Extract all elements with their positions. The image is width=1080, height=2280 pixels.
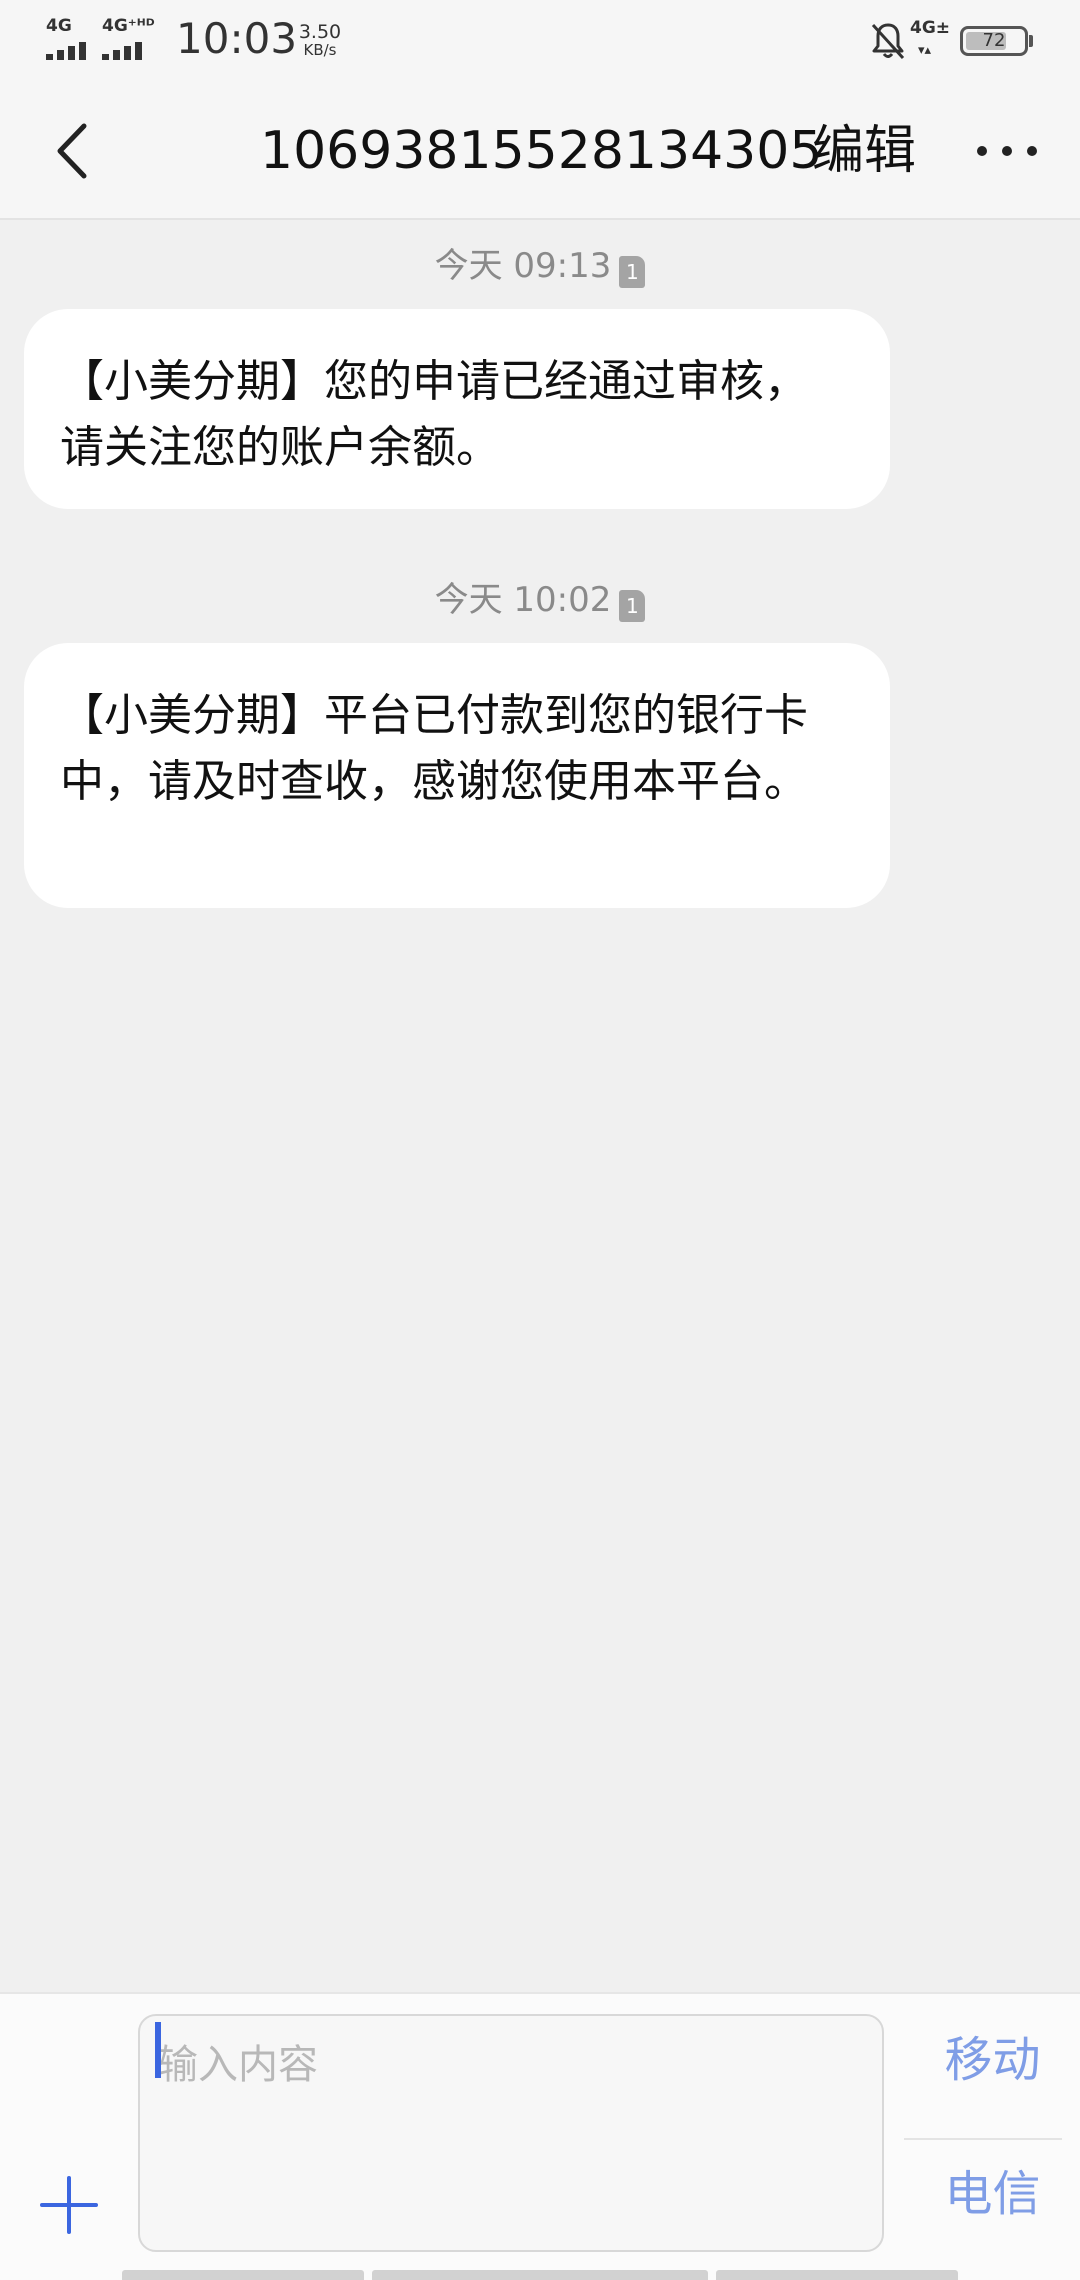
signal-strength-icon: 4G xyxy=(46,18,102,62)
send-mobile-button[interactable]: 移动 xyxy=(905,2030,1080,2092)
battery-level: 72 xyxy=(982,30,1006,51)
nav-hint-bar xyxy=(122,2270,364,2280)
timestamp-text: 今天 10:02 xyxy=(434,580,612,620)
nav-hint-bar xyxy=(716,2270,958,2280)
battery-icon: 72 xyxy=(960,26,1028,56)
nav-hint-bar xyxy=(372,2270,708,2280)
battery-tip xyxy=(1029,35,1033,47)
network-type-label: 4G⁺ᴴᴰ xyxy=(102,16,155,36)
more-horizontal-icon[interactable] xyxy=(972,116,1042,186)
plus-icon[interactable] xyxy=(38,2174,100,2236)
conversation-title: 10693815528134305 xyxy=(260,121,823,181)
network-type-label: 4G xyxy=(46,16,72,36)
network-speed-unit: KB/s xyxy=(303,41,337,59)
sim-card-icon: 1 xyxy=(619,256,646,288)
edit-button[interactable]: 编辑 xyxy=(812,118,916,184)
message-text: 【小美分期】平台已付款到您的银行卡中，请及时查收，感谢您使用本平台。 xyxy=(60,690,808,807)
network-type-icon: 4G± ▾▴ xyxy=(910,20,950,62)
network-speed: 3.50 KB/s xyxy=(292,22,348,58)
status-time: 10:03 xyxy=(176,14,298,63)
signal-strength-icon: 4G⁺ᴴᴰ xyxy=(102,18,158,62)
message-bubble[interactable]: 【小美分期】您的申请已经通过审核，请关注您的账户余额。 xyxy=(24,309,890,509)
network-speed-value: 3.50 xyxy=(298,21,342,43)
composer-bar: 移动 电信 xyxy=(0,1992,1080,2280)
network-type-label: 4G± xyxy=(910,18,951,38)
message-bubble[interactable]: 【小美分期】平台已付款到您的银行卡中，请及时查收，感谢您使用本平台。 xyxy=(24,643,890,908)
message-input[interactable] xyxy=(138,2014,884,2252)
message-text: 【小美分期】您的申请已经通过审核，请关注您的账户余额。 xyxy=(60,356,808,473)
divider xyxy=(904,2138,1062,2140)
status-bar: 4G 4G⁺ᴴᴰ 10:03 3.50 KB/s 4G± ▾▴ 72 xyxy=(0,0,1080,82)
sim-card-icon: 1 xyxy=(619,590,646,622)
text-cursor xyxy=(155,2022,161,2078)
bell-muted-icon xyxy=(871,23,905,60)
chevron-left-icon[interactable] xyxy=(40,116,110,186)
message-timestamp: 今天 09:13 1 xyxy=(0,244,1080,288)
timestamp-text: 今天 09:13 xyxy=(434,246,612,286)
send-telecom-button[interactable]: 电信 xyxy=(905,2164,1080,2226)
message-timestamp: 今天 10:02 1 xyxy=(0,578,1080,622)
conversation-header: 10693815528134305 编辑 xyxy=(0,82,1080,220)
data-activity-icon: ▾▴ xyxy=(918,43,932,58)
